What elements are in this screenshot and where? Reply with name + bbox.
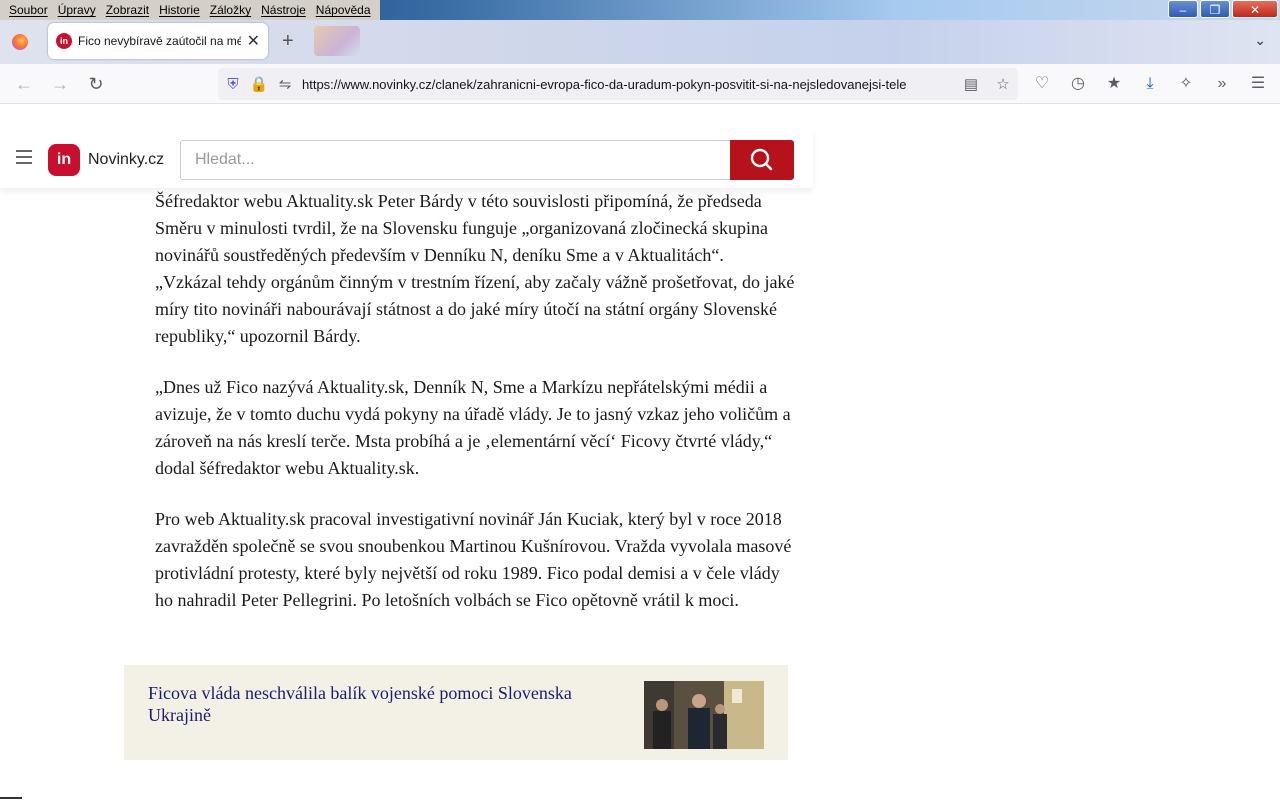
extensions-icon[interactable]: ✧ <box>1174 72 1198 96</box>
search-input[interactable] <box>180 140 732 180</box>
firefox-icon[interactable] <box>12 34 28 50</box>
tab-title: Fico nevybíravě zaútočil na médi <box>78 34 241 48</box>
permissions-icon[interactable]: ⇋ <box>274 75 296 93</box>
article-body: Šéfredaktor webu Aktuality.sk Peter Bárd… <box>155 188 795 638</box>
new-tab-plus-icon[interactable]: + <box>282 30 294 53</box>
history-clock-icon[interactable]: ◷ <box>1066 72 1090 96</box>
window-controls: – ❐ ✕ <box>1168 0 1278 18</box>
photo-people-icon <box>644 681 764 749</box>
article-paragraph: Pro web Aktuality.sk pracoval investigat… <box>155 509 792 610</box>
forward-arrow-icon[interactable]: → <box>48 72 72 96</box>
menu-bookmarks[interactable]: Záložky <box>205 0 256 20</box>
related-article-thumbnail[interactable] <box>644 681 764 749</box>
minimize-button[interactable]: – <box>1168 0 1198 18</box>
download-icon[interactable]: ⤓ <box>1138 72 1162 96</box>
tab-strip: in Fico nevybíravě zaútočil na médi ✕ + … <box>0 20 1280 64</box>
close-window-button[interactable]: ✕ <box>1232 0 1278 18</box>
menu-view[interactable]: Zobrazit <box>101 0 154 20</box>
hamburger-menu-icon[interactable] <box>16 150 32 164</box>
site-header: in Novinky.cz <box>0 130 813 188</box>
novinky-logo-icon: in <box>48 144 80 176</box>
search-icon <box>750 148 773 171</box>
menu-tools[interactable]: Nástroje <box>256 0 311 20</box>
restore-button[interactable]: ❐ <box>1200 0 1230 18</box>
reload-icon[interactable]: ↻ <box>84 72 108 96</box>
tab-active[interactable]: in Fico nevybíravě zaútočil na médi ✕ <box>48 23 268 59</box>
tab-thumbnail <box>314 26 360 56</box>
page-edge-marker <box>0 797 22 799</box>
novinky-favicon-icon: in <box>56 33 72 49</box>
related-article-card[interactable]: Ficova vláda neschválila balík vojenské … <box>124 665 788 760</box>
address-bar[interactable]: ⛨ 🔒 ⇋ https://www.novinky.cz/clanek/zahr… <box>218 68 1018 100</box>
bookmark-star-icon[interactable]: ☆ <box>992 75 1014 93</box>
lock-icon[interactable]: 🔒 <box>248 75 270 93</box>
overflow-chevrons-icon[interactable]: » <box>1210 72 1234 96</box>
search-button[interactable] <box>730 140 794 180</box>
pocket-icon[interactable]: ♡ <box>1030 72 1054 96</box>
menu-edit[interactable]: Úpravy <box>53 0 101 20</box>
menu-history[interactable]: Historie <box>154 0 205 20</box>
related-article-link[interactable]: Ficova vláda neschválila balík vojenské … <box>148 682 618 726</box>
article-paragraph: „Dnes už Fico nazývá Aktuality.sk, Denní… <box>155 377 791 478</box>
site-logo-link[interactable]: in Novinky.cz <box>48 144 164 176</box>
menu-bar: Soubor Úpravy Zobrazit Historie Záložky … <box>0 0 380 20</box>
close-icon[interactable]: ✕ <box>247 31 260 51</box>
article-paragraph: Šéfredaktor webu Aktuality.sk Peter Bárd… <box>155 191 795 346</box>
bookmarks-menu-icon[interactable]: ★ <box>1102 72 1126 96</box>
menu-file[interactable]: Soubor <box>4 0 53 20</box>
navigation-toolbar: ← → ↻ ⛨ 🔒 ⇋ https://www.novinky.cz/clane… <box>0 64 1280 104</box>
tracking-shield-icon[interactable]: ⛨ <box>222 76 244 93</box>
site-name: Novinky.cz <box>88 151 165 168</box>
page-top-blank <box>0 104 1276 132</box>
chevron-down-icon[interactable]: ⌄ <box>1254 32 1266 49</box>
menu-help[interactable]: Nápověda <box>311 0 376 20</box>
url-text[interactable]: https://www.novinky.cz/clanek/zahranicni… <box>302 77 952 92</box>
app-menu-icon[interactable]: ☰ <box>1246 72 1270 96</box>
back-arrow-icon[interactable]: ← <box>12 72 36 96</box>
reader-view-icon[interactable]: ▤ <box>960 75 982 93</box>
